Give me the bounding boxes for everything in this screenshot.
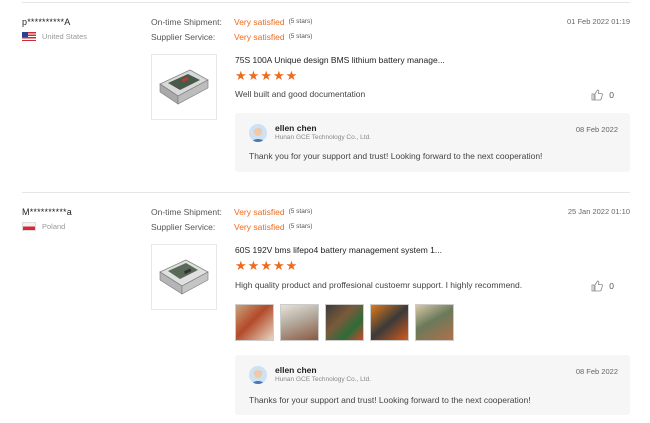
star-icon: ★ [260,258,272,273]
star-icon: ★ [235,68,247,83]
reply-author: ellen chen [275,365,317,375]
review-date: 01 Feb 2022 01:19 [567,17,630,26]
product-title[interactable]: 60S 192V bms lifepo4 battery management … [235,245,442,255]
poland-flag-icon [22,222,36,231]
like-button[interactable]: 0 [591,280,614,292]
star-icon: ★ [260,68,272,83]
reply-author: ellen chen [275,123,317,133]
shipment-note: (5 stars) [288,18,313,25]
star-rating: ★ ★ ★ ★ ★ [235,69,297,82]
star-icon: ★ [285,258,298,273]
review-divider [22,192,630,193]
reply-text: Thank you for your support and trust! Lo… [249,151,543,161]
service-note: (5 stars) [288,33,313,40]
reply-company: Hunan GCE Technology Co., Ltd. [275,376,371,383]
thumbs-up-icon [591,280,604,292]
thumbs-up-icon [591,89,604,101]
service-value: Very satisfied [234,32,285,42]
shipment-value: Very satisfied [234,207,285,217]
review-photo[interactable] [280,304,319,341]
country-name: Poland [42,222,66,231]
seller-reply: ellen chen Hunan GCE Technology Co., Ltd… [235,113,630,172]
product-thumbnail[interactable] [151,54,217,120]
shipment-rating: On-time Shipment: Very satisfied (5 star… [151,17,312,27]
review-text: High quality product and proffesional cu… [235,280,523,290]
like-button[interactable]: 0 [591,89,614,101]
star-rating: ★ ★ ★ ★ ★ [235,259,297,272]
shipment-value: Very satisfied [234,17,285,27]
star-icon: ★ [235,258,247,273]
shipment-rating: On-time Shipment: Very satisfied (5 star… [151,207,312,217]
avatar [249,366,267,384]
shipment-note: (5 stars) [288,208,313,215]
top-divider [22,2,630,3]
like-count: 0 [609,90,614,100]
country-name: United States [42,32,88,41]
buyer-country: United States [22,32,87,41]
like-count: 0 [609,281,614,291]
buyer-country: Poland [22,222,65,231]
shipment-label: On-time Shipment: [151,207,222,217]
seller-reply: ellen chen Hunan GCE Technology Co., Ltd… [235,355,630,415]
reply-company: Hunan GCE Technology Co., Ltd. [275,134,371,141]
service-note: (5 stars) [288,223,313,230]
reply-date: 08 Feb 2022 [575,367,618,376]
star-icon: ★ [247,68,260,83]
review-photo[interactable] [415,304,454,341]
review-text: Well built and good documentation [235,89,366,99]
star-icon: ★ [272,68,285,83]
review-photo[interactable] [370,304,409,341]
buyer-name: M**********a [22,207,72,217]
star-icon: ★ [285,68,298,83]
service-rating: Supplier Service: Very satisfied (5 star… [151,222,312,232]
us-flag-icon [22,32,36,41]
bms-device-image [159,69,209,105]
service-label: Supplier Service: [151,222,216,232]
avatar [249,124,267,142]
product-title[interactable]: 75S 100A Unique design BMS lithium batte… [235,55,445,65]
service-rating: Supplier Service: Very satisfied (5 star… [151,32,312,42]
service-label: Supplier Service: [151,32,216,42]
service-value: Very satisfied [234,222,285,232]
buyer-name: p**********A [22,17,71,27]
star-icon: ★ [247,258,260,273]
bms-device-image [159,259,209,295]
review-photo[interactable] [235,304,274,341]
star-icon: ★ [272,258,285,273]
review-date: 25 Jan 2022 01:10 [567,207,630,216]
review-photo[interactable] [325,304,364,341]
reply-date: 08 Feb 2022 [575,125,618,134]
shipment-label: On-time Shipment: [151,17,222,27]
product-thumbnail[interactable] [151,244,217,310]
review-photos [235,304,454,341]
reply-text: Thanks for your support and trust! Looki… [249,395,531,405]
